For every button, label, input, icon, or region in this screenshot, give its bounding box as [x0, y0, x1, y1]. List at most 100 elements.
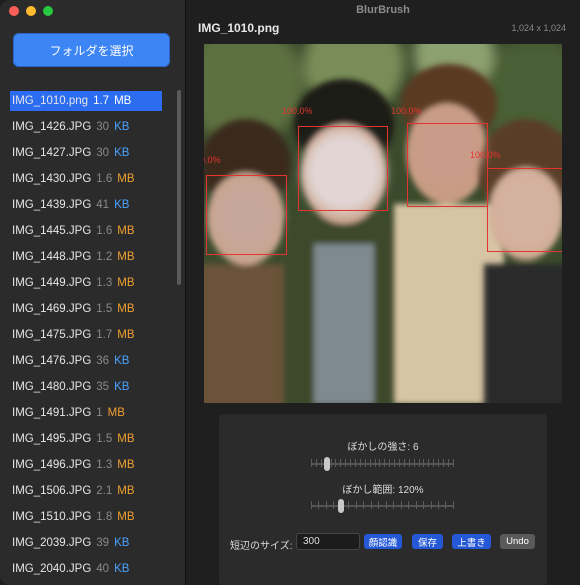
- file-list-item[interactable]: IMG_1496.JPG 1.3 MB: [0, 452, 175, 478]
- overwrite-button[interactable]: 上書き: [452, 534, 491, 549]
- face-box-4-label: 100.0%: [470, 150, 501, 160]
- file-list-item[interactable]: IMG_1476.JPG 36 KB: [0, 348, 175, 374]
- save-button[interactable]: 保存: [412, 534, 443, 549]
- file-size: 1: [96, 407, 103, 419]
- file-list-item[interactable]: IMG_1449.JPG 1.3 MB: [0, 270, 175, 296]
- app-window: フォルダを選択 IMG_1010.png 1.7 MB IMG_1426.JPG 30 K…: [0, 0, 580, 585]
- file-list-item[interactable]: IMG_2040.JPG 40 KB: [0, 556, 175, 582]
- file-size-unit: MB: [117, 277, 135, 289]
- file-size: 1.5: [96, 303, 113, 315]
- file-size-unit: KB: [114, 381, 130, 393]
- file-size: 30: [96, 147, 110, 159]
- file-name: IMG_1496.JPG: [12, 459, 92, 471]
- file-list-item[interactable]: IMG_2039.JPG 39 KB: [0, 530, 175, 556]
- close-window-button[interactable]: [9, 6, 19, 16]
- blur-strength-label: ぼかしの強さ: 6: [347, 442, 419, 453]
- file-list-item[interactable]: IMG_1510.JPG 1.8 MB: [0, 504, 175, 530]
- undo-button[interactable]: Undo: [500, 534, 535, 549]
- file-size: 1.8: [96, 511, 113, 523]
- file-name: IMG_1426.JPG: [12, 121, 92, 133]
- window-controls: [9, 6, 53, 16]
- blur-range-slider[interactable]: [338, 499, 344, 513]
- file-name: IMG_2040.JPG: [12, 563, 92, 575]
- file-list-item[interactable]: IMG_1448.JPG 1.2 MB: [0, 244, 175, 270]
- face-box-2[interactable]: [298, 126, 388, 211]
- file-size-unit: KB: [114, 147, 130, 159]
- file-size-unit: KB: [114, 121, 130, 133]
- short-side-input[interactable]: 300: [296, 533, 360, 550]
- file-name: IMG_1427.JPG: [12, 147, 92, 159]
- file-name: IMG_1439.JPG: [12, 199, 92, 211]
- file-size-unit: KB: [114, 355, 130, 367]
- blur-range-label: ぼかし範囲: 120%: [342, 485, 424, 496]
- file-list-item[interactable]: IMG_1427.JPG 30 KB: [0, 140, 175, 166]
- file-list-item[interactable]: IMG_1495.JPG 1.5 MB: [0, 426, 175, 452]
- file-list-scrollbar[interactable]: [177, 90, 181, 285]
- face-box-1[interactable]: [206, 175, 287, 255]
- select-folder-button[interactable]: フォルダを選択: [13, 33, 170, 67]
- file-size-unit: KB: [114, 537, 130, 549]
- file-size-unit: MB: [117, 251, 135, 263]
- file-list-item[interactable]: IMG_1010.png 1.7 MB: [10, 91, 162, 111]
- file-size: 40: [96, 563, 110, 575]
- file-name: IMG_1510.JPG: [12, 511, 92, 523]
- face-box-2-label: 100.0%: [282, 106, 313, 116]
- file-size: 36: [96, 355, 110, 367]
- file-name: IMG_1495.JPG: [12, 433, 92, 445]
- file-list-item[interactable]: IMG_1445.JPG 1.6 MB: [0, 218, 175, 244]
- window-title: BlurBrush: [356, 4, 410, 16]
- file-size: 1.6: [96, 173, 113, 185]
- file-list-item[interactable]: IMG_1430.JPG 1.6 MB: [0, 166, 175, 192]
- file-name: IMG_1476.JPG: [12, 355, 92, 367]
- file-name: IMG_1449.JPG: [12, 277, 92, 289]
- file-size-unit: MB: [117, 511, 135, 523]
- file-size: 2.1: [96, 485, 113, 497]
- file-name: IMG_1448.JPG: [12, 251, 92, 263]
- file-list-item[interactable]: IMG_1506.JPG 2.1 MB: [0, 478, 175, 504]
- file-size: 1.5: [96, 433, 113, 445]
- blur-strength-slider[interactable]: [324, 457, 330, 471]
- face-box-3[interactable]: [407, 123, 488, 207]
- file-list: IMG_1010.png 1.7 MB IMG_1426.JPG 30 KB IMG_142…: [0, 88, 175, 582]
- face-box-1-label: 100.0%: [204, 155, 221, 165]
- file-size-unit: MB: [117, 173, 135, 185]
- file-size-unit: MB: [117, 225, 135, 237]
- file-list-item[interactable]: IMG_1491.JPG 1 MB: [0, 400, 175, 426]
- file-list-item[interactable]: IMG_1480.JPG 35 KB: [0, 374, 175, 400]
- file-size-unit: MB: [117, 459, 135, 471]
- face-box-4[interactable]: [487, 168, 562, 252]
- file-size-unit: KB: [114, 199, 130, 211]
- file-size: 35: [96, 381, 110, 393]
- file-size: 41: [96, 199, 110, 211]
- sidebar: フォルダを選択 IMG_1010.png 1.7 MB IMG_1426.JPG 30 K…: [0, 0, 186, 585]
- blur-range-ticks: [311, 501, 454, 509]
- image-name: IMG_1010.png: [198, 21, 280, 35]
- file-size: 1.2: [96, 251, 113, 263]
- file-size: 1.7: [96, 329, 113, 341]
- file-list-item[interactable]: IMG_1439.JPG 41 KB: [0, 192, 175, 218]
- file-name: IMG_1469.JPG: [12, 303, 92, 315]
- file-list-item[interactable]: IMG_1475.JPG 1.7 MB: [0, 322, 175, 348]
- face-detect-button[interactable]: 顔認識: [364, 534, 402, 549]
- file-name: IMG_1506.JPG: [12, 485, 92, 497]
- file-size: 30: [96, 121, 110, 133]
- file-name: IMG_1430.JPG: [12, 173, 92, 185]
- file-size: 1.3: [96, 459, 113, 471]
- short-side-label: 短辺のサイズ:: [230, 541, 293, 552]
- blur-strength-ticks: [311, 459, 454, 467]
- file-size: 39: [96, 537, 110, 549]
- file-size: 1.3: [96, 277, 113, 289]
- maximize-window-button[interactable]: [43, 6, 53, 16]
- file-size-unit: MB: [114, 95, 132, 107]
- file-size: 1.7: [93, 95, 110, 107]
- image-preview[interactable]: 100.0% 100.0% 100.0% 100.0%: [204, 44, 562, 403]
- file-name: IMG_1491.JPG: [12, 407, 92, 419]
- minimize-window-button[interactable]: [26, 6, 36, 16]
- file-size: 1.6: [96, 225, 113, 237]
- file-name: IMG_1475.JPG: [12, 329, 92, 341]
- file-name: IMG_1445.JPG: [12, 225, 92, 237]
- file-size-unit: MB: [117, 433, 135, 445]
- file-list-item[interactable]: IMG_1469.JPG 1.5 MB: [0, 296, 175, 322]
- file-list-item[interactable]: IMG_1426.JPG 30 KB: [0, 114, 175, 140]
- image-dimensions: 1,024 x 1,024: [511, 23, 566, 33]
